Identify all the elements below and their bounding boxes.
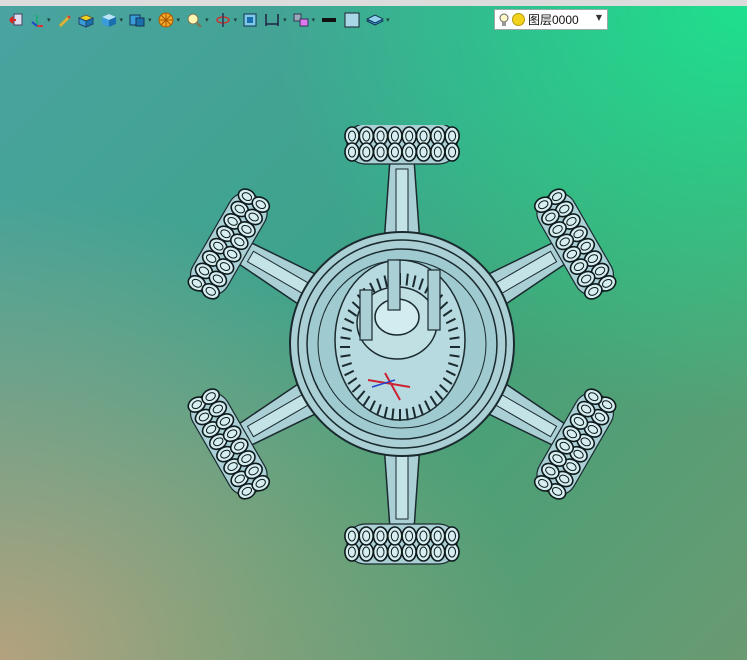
fill-color-icon[interactable] — [343, 9, 361, 31]
layer-dropdown[interactable]: 图层0000 ▼ — [494, 9, 608, 30]
dimension-icon[interactable]: ▾ — [263, 9, 287, 31]
bulb-icon[interactable] — [499, 13, 509, 27]
cube-icon[interactable]: ▾ — [100, 9, 123, 31]
view-cube-icon[interactable]: ▾ — [128, 9, 152, 31]
window-top-strip — [0, 0, 747, 6]
axis-icon[interactable]: ▾ — [29, 9, 51, 31]
pencil-icon[interactable] — [56, 9, 72, 31]
sun-icon[interactable] — [512, 13, 525, 26]
line-color-icon[interactable] — [320, 9, 338, 31]
exit-icon[interactable] — [8, 9, 24, 31]
main-toolbar: ▾ ▾ ▾ ▾ ▾ ▾ ▾ ▾ ▾ — [8, 8, 395, 32]
render-icon[interactable]: ▾ — [157, 9, 180, 31]
box-icon[interactable] — [77, 9, 95, 31]
zoom-icon[interactable]: ▾ — [185, 9, 209, 31]
layers-icon[interactable]: ▾ — [366, 9, 390, 31]
arm-assembly — [344, 125, 460, 245]
transform-icon[interactable]: ▾ — [292, 9, 315, 31]
gear-tooth — [405, 273, 409, 286]
layer-name: 图层0000 — [528, 13, 579, 27]
cad-model[interactable] — [160, 125, 630, 610]
gear-tooth — [405, 408, 409, 421]
3d-viewport[interactable]: ▾ ▾ ▾ ▾ ▾ ▾ ▾ ▾ ▾ 图层0000 ▼ — [0, 0, 747, 660]
chevron-down-icon[interactable]: ▼ — [596, 13, 602, 22]
gear-tooth — [391, 408, 395, 421]
arm-assembly — [344, 443, 460, 565]
model-hub — [289, 231, 515, 457]
rotate-icon[interactable]: ▾ — [214, 9, 237, 31]
frame-icon[interactable] — [242, 9, 258, 31]
